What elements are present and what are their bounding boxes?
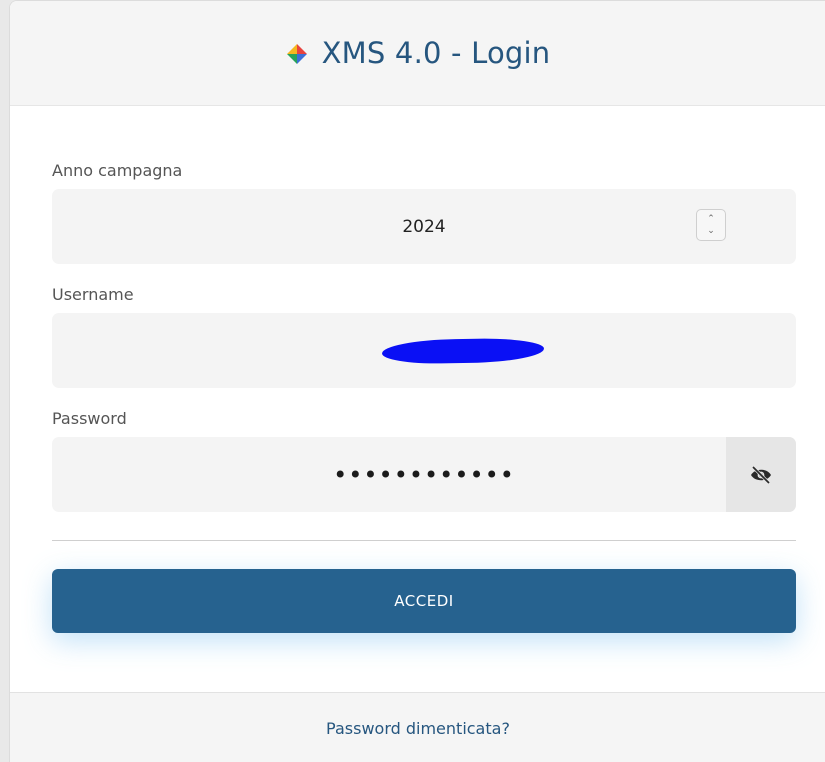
password-label: Password: [52, 409, 127, 428]
username-label: Username: [52, 285, 134, 304]
year-label: Anno campagna: [52, 161, 183, 180]
chevron-down-icon[interactable]: ⌄: [707, 225, 715, 237]
eye-slash-icon: [751, 465, 771, 484]
diamond-logo-icon: [286, 44, 307, 64]
year-input[interactable]: 2024 ⌃ ⌄: [52, 189, 796, 264]
login-button[interactable]: ACCEDI: [52, 569, 796, 633]
login-footer: Password dimenticata?: [10, 692, 825, 762]
year-value: 2024: [402, 216, 446, 237]
chevron-up-icon[interactable]: ⌃: [707, 213, 715, 225]
login-header: XMS 4.0 - Login: [10, 1, 825, 106]
page-title: XMS 4.0 - Login: [321, 36, 551, 70]
password-input[interactable]: ••••••••••••: [52, 437, 796, 512]
login-card: XMS 4.0 - Login Anno campagna 2024 ⌃ ⌄ U…: [9, 0, 825, 762]
username-input[interactable]: [52, 313, 796, 388]
forgot-password-link[interactable]: Password dimenticata?: [326, 719, 510, 738]
form-divider: [52, 540, 796, 541]
toggle-password-visibility-button[interactable]: [726, 437, 796, 512]
password-value: ••••••••••••: [333, 460, 515, 489]
username-redaction-mark: [381, 337, 545, 364]
up-down-spinner-icon[interactable]: ⌃ ⌄: [696, 209, 726, 241]
